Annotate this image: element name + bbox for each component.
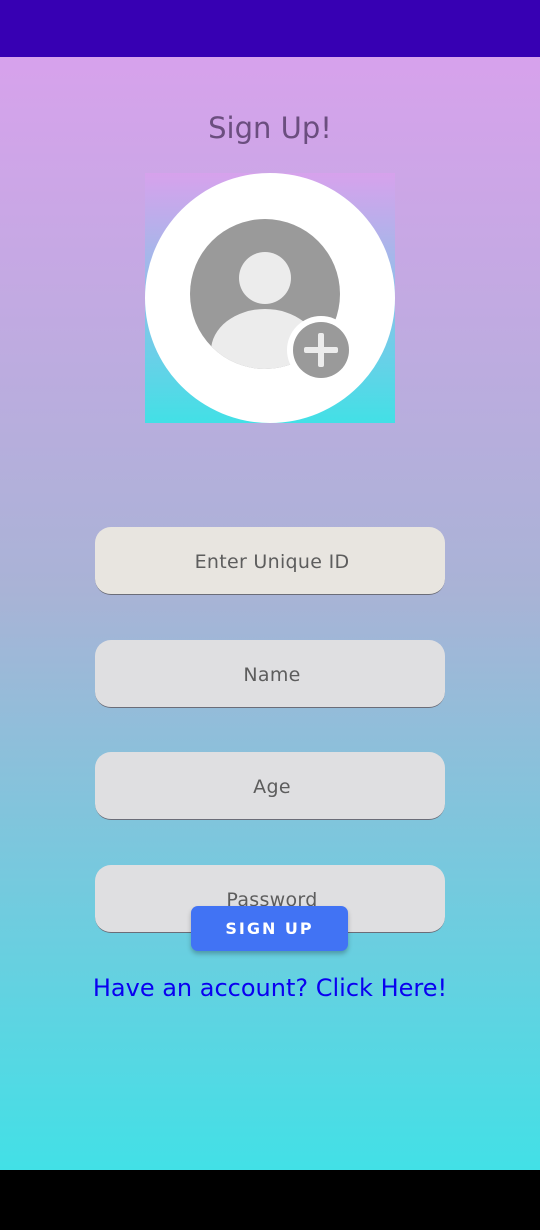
profile-image-picker[interactable] bbox=[145, 173, 395, 423]
account-circle-icon bbox=[145, 173, 395, 423]
unique-id-input[interactable] bbox=[95, 527, 449, 596]
add-icon[interactable] bbox=[287, 316, 355, 384]
name-field[interactable] bbox=[95, 640, 449, 709]
sign-up-button[interactable]: SIGN UP bbox=[191, 906, 348, 951]
status-bar bbox=[0, 0, 540, 57]
age-input[interactable] bbox=[95, 752, 449, 821]
page-title: Sign Up! bbox=[208, 111, 332, 145]
navigation-bar bbox=[0, 1170, 540, 1230]
login-link[interactable]: Have an account? Click Here! bbox=[0, 974, 540, 1002]
unique-id-field[interactable] bbox=[95, 527, 449, 596]
age-field[interactable] bbox=[95, 752, 449, 821]
screen: Sign Up! SIGN UP Have an a bbox=[0, 0, 540, 1230]
name-input[interactable] bbox=[95, 640, 449, 709]
